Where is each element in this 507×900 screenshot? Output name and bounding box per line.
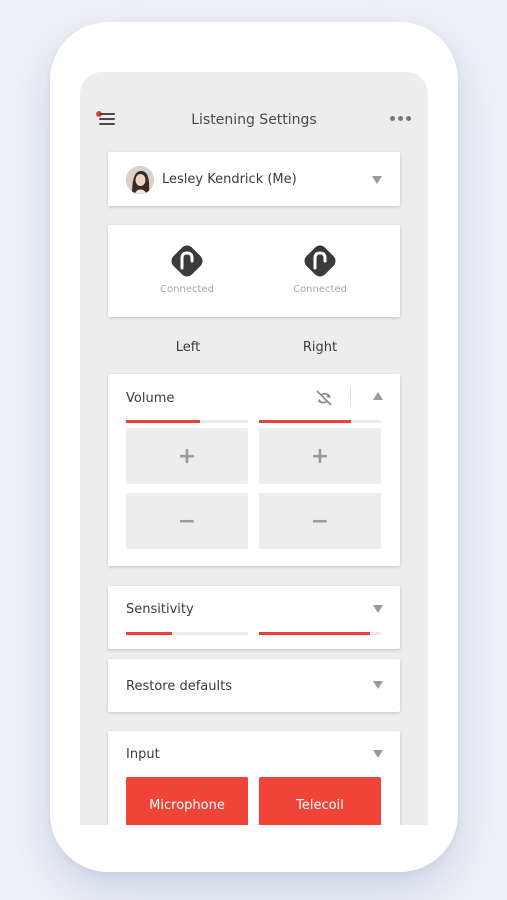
microphone-button[interactable]: Microphone xyxy=(126,777,248,825)
chevron-down-icon xyxy=(373,681,383,689)
left-device-status: Connected xyxy=(160,284,214,295)
user-selector[interactable]: Lesley Kendrick (Me) xyxy=(108,152,400,206)
input-card: Input Microphone Telecoil xyxy=(108,731,400,825)
right-column-label: Right xyxy=(302,340,338,355)
more-horizontal-icon-dot xyxy=(405,115,411,121)
left-volume-decrease-button[interactable]: − xyxy=(126,493,248,549)
sync-toggle-button[interactable] xyxy=(313,387,335,409)
user-name: Lesley Kendrick (Me) xyxy=(162,172,297,187)
chevron-down-icon[interactable] xyxy=(373,750,383,758)
hearing-aid-icon xyxy=(171,245,203,277)
restore-defaults-card[interactable]: Restore defaults xyxy=(108,659,400,712)
left-column-label: Left xyxy=(175,340,201,355)
left-volume-level xyxy=(126,420,201,423)
user-avatar xyxy=(126,166,154,194)
right-volume-slider[interactable] xyxy=(259,420,381,423)
right-sensitivity-level xyxy=(259,632,371,635)
more-horizontal-icon-dot xyxy=(397,115,403,121)
header-divider xyxy=(350,388,351,406)
more-horizontal-icon xyxy=(389,115,395,121)
left-sensitivity-level xyxy=(126,632,173,635)
chevron-down-icon xyxy=(372,176,382,184)
right-volume-increase-button[interactable]: + xyxy=(259,428,381,484)
unlink-sync-icon xyxy=(316,390,332,406)
chevron-down-icon xyxy=(373,605,383,613)
left-volume-slider[interactable] xyxy=(126,420,248,423)
hearing-aid-icon xyxy=(304,245,336,277)
right-volume-decrease-button[interactable]: − xyxy=(259,493,381,549)
sensitivity-card[interactable]: Sensitivity xyxy=(108,586,400,649)
left-device[interactable]: Connected xyxy=(147,241,227,295)
chevron-up-icon[interactable] xyxy=(373,392,383,400)
right-sensitivity-slider[interactable] xyxy=(259,632,381,635)
restore-defaults-title: Restore defaults xyxy=(126,679,232,694)
input-title: Input xyxy=(126,747,160,762)
left-sensitivity-slider[interactable] xyxy=(126,632,248,635)
right-device[interactable]: Connected xyxy=(280,241,360,295)
page-title: Listening Settings xyxy=(191,112,317,128)
devices-card: Connected Connected xyxy=(108,225,400,317)
sensitivity-title: Sensitivity xyxy=(126,602,194,617)
right-device-status: Connected xyxy=(293,284,347,295)
left-volume-increase-button[interactable]: + xyxy=(126,428,248,484)
app-screen: Listening Settings Lesley Kendrick (Me) xyxy=(80,72,428,825)
more-options-button[interactable] xyxy=(386,110,414,126)
right-volume-level xyxy=(259,420,351,423)
volume-title: Volume xyxy=(126,391,175,406)
volume-card: Volume + + − − xyxy=(108,374,400,566)
telecoil-button[interactable]: Telecoil xyxy=(259,777,381,825)
